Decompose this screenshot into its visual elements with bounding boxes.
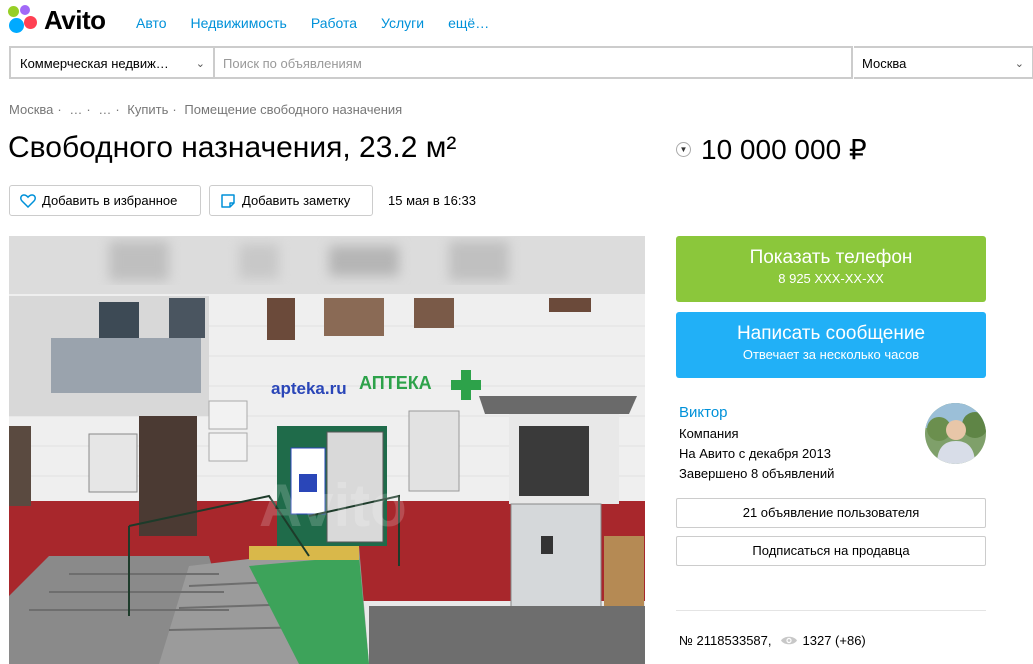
nav-item-jobs[interactable]: Работа	[311, 15, 357, 31]
favorites-label: Добавить в избранное	[42, 193, 178, 208]
add-note-button[interactable]: Добавить заметку	[209, 185, 373, 216]
main-nav: Авто Недвижимость Работа Услуги ещё…	[136, 15, 489, 31]
breadcrumb-item[interactable]: …	[98, 102, 111, 117]
search-input[interactable]: Поиск по объявлениям	[213, 46, 853, 79]
city-select-value: Москва	[862, 56, 907, 71]
category-select-value: Коммерческая недвиж…	[20, 56, 169, 71]
price-block: ▼ 10 000 000 ₽	[676, 133, 867, 166]
breadcrumb-item[interactable]: Купить	[127, 102, 168, 117]
category-select[interactable]: Коммерческая недвиж… ⌄	[9, 46, 213, 79]
show-phone-label: Показать телефон	[749, 247, 913, 268]
seller-type: Компания	[679, 426, 739, 441]
views-count: 1327 (+86)	[802, 633, 866, 648]
nav-item-auto[interactable]: Авто	[136, 15, 167, 31]
breadcrumb: Москва · … · … · Купить · Помещение свободно…	[9, 102, 403, 117]
note-label: Добавить заметку	[242, 193, 351, 208]
note-icon	[221, 193, 235, 208]
listing-meta: № 2118533587, 1327 (+86)	[679, 633, 866, 648]
publish-date: 15 мая в 16:33	[388, 193, 476, 208]
pharmacy-sign-right: АПТЕКА	[359, 373, 432, 393]
heart-icon	[20, 194, 36, 208]
breadcrumb-item[interactable]: Помещение свободного назначения	[184, 102, 402, 117]
seller-ads-button[interactable]: 21 объявление пользователя	[676, 498, 986, 528]
write-message-label: Написать сообщение	[736, 323, 926, 344]
avatar[interactable]	[925, 403, 986, 464]
currency-toggle-icon[interactable]: ▼	[676, 142, 691, 157]
top-bar: Avito Авто Недвижимость Работа Услуги ещ…	[0, 0, 1033, 44]
chevron-down-icon: ⌄	[195, 58, 205, 70]
seller-since: На Авито с декабря 2013	[679, 446, 831, 461]
listing-photo-image: apteka.ru АПТЕКА Avito	[9, 236, 645, 664]
chevron-down-icon: ⌄	[1014, 58, 1024, 70]
logo-text: Avito	[44, 4, 106, 35]
add-to-favorites-button[interactable]: Добавить в избранное	[9, 185, 201, 216]
listing-photo[interactable]: apteka.ru АПТЕКА Avito	[9, 236, 645, 664]
search-bar: Коммерческая недвиж… ⌄ Поиск по объявлен…	[9, 46, 1033, 79]
show-phone-button[interactable]: Показать телефон 8 925 XXX-XX-XX	[676, 236, 986, 302]
response-time: Отвечает за несколько часов	[742, 347, 920, 362]
avito-logo[interactable]: Avito	[8, 5, 106, 35]
page-title: Свободного назначения, 23.2 м²	[8, 131, 457, 164]
city-select[interactable]: Москва ⌄	[854, 46, 1033, 79]
nav-item-services[interactable]: Услуги	[381, 15, 424, 31]
divider	[676, 610, 986, 611]
nav-item-realty[interactable]: Недвижимость	[191, 15, 287, 31]
eye-icon	[780, 636, 797, 645]
listing-id: № 2118533587,	[679, 633, 772, 648]
subscribe-seller-button[interactable]: Подписаться на продавца	[676, 536, 986, 566]
nav-item-more[interactable]: ещё…	[448, 15, 489, 31]
masked-phone: 8 925 XXX-XX-XX	[778, 271, 884, 286]
price: 10 000 000 ₽	[701, 134, 867, 165]
seller-completed: Завершено 8 объявлений	[679, 466, 835, 481]
write-message-button[interactable]: Написать сообщение Отвечает за несколько…	[676, 312, 986, 378]
pharmacy-sign-left: apteka.ru	[271, 379, 347, 398]
breadcrumb-item[interactable]: Москва	[9, 102, 53, 117]
photo-watermark: Avito	[259, 472, 407, 539]
views-counter: 1327 (+86)	[780, 633, 866, 648]
breadcrumb-item[interactable]: …	[69, 102, 82, 117]
avito-logo-dots-icon	[8, 5, 38, 35]
seller-name[interactable]: Виктор	[679, 404, 728, 421]
